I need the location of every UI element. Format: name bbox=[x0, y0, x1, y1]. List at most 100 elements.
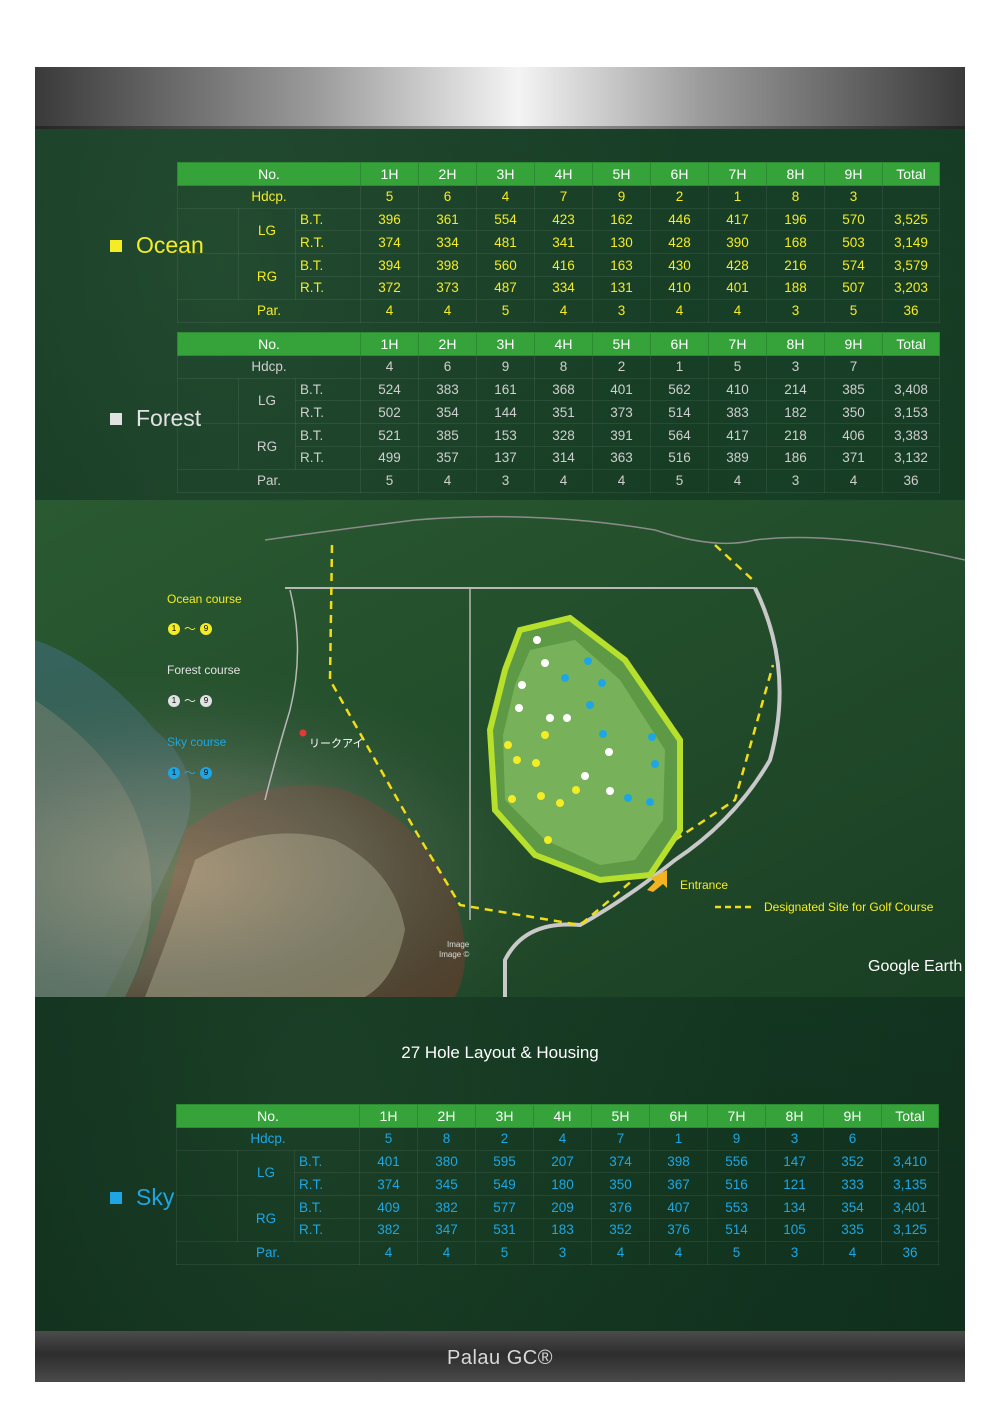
header-cell: 9H bbox=[823, 1104, 882, 1128]
yardage-cell: 367 bbox=[649, 1172, 708, 1197]
yardage-cell: 196 bbox=[766, 207, 825, 232]
forest-square-icon bbox=[110, 412, 122, 425]
yardage-cell: 417 bbox=[708, 423, 767, 447]
hdcp-cell: 9 bbox=[707, 1126, 766, 1151]
hdcp-row: Hdcp. 4 6 9 8 2 1 5 3 7 bbox=[177, 354, 940, 379]
par-cell: 5 bbox=[650, 468, 709, 493]
map-title: 27 Hole Layout & Housing bbox=[401, 1043, 599, 1062]
hdcp-cell: 2 bbox=[592, 354, 651, 379]
yardage-cell: 398 bbox=[649, 1149, 708, 1174]
yardage-cell: 531 bbox=[475, 1217, 534, 1242]
header-cell: 8H bbox=[765, 1104, 824, 1128]
lg-label: LG bbox=[237, 1149, 295, 1197]
header-cell: 5H bbox=[591, 1104, 650, 1128]
header-cell: Total bbox=[881, 1104, 939, 1128]
lg-label: LG bbox=[238, 207, 296, 255]
yardage-cell: 430 bbox=[650, 253, 709, 277]
yardage-cell: 130 bbox=[592, 230, 651, 255]
forest-hole-end-icon: 9 bbox=[200, 694, 213, 707]
par-cell: 5 bbox=[824, 298, 883, 323]
hdcp-cell: 8 bbox=[766, 184, 825, 209]
sky-row-spacer bbox=[176, 1195, 238, 1242]
forest-legend-label: Forest course bbox=[167, 663, 241, 677]
yardage-cell: 390 bbox=[708, 230, 767, 255]
yardage-cell: 409 bbox=[359, 1195, 418, 1219]
yardage-cell: 564 bbox=[650, 423, 709, 447]
hdcp-cell: 4 bbox=[360, 354, 419, 379]
bt-label: B.T. bbox=[294, 1195, 360, 1219]
yardage-cell: 347 bbox=[417, 1217, 476, 1242]
header-cell: 1H bbox=[360, 332, 419, 356]
par-cell: 4 bbox=[417, 1240, 476, 1265]
par-row: Par. 4 4 5 3 4 4 5 3 4 36 bbox=[176, 1240, 939, 1265]
yardage-cell: 121 bbox=[765, 1172, 824, 1197]
hdcp-cell: 7 bbox=[591, 1126, 650, 1151]
hdcp-cell: 7 bbox=[534, 184, 593, 209]
header-cell: 4H bbox=[534, 332, 593, 356]
rt-label: R.T. bbox=[294, 1217, 360, 1242]
yardage-cell: 214 bbox=[766, 377, 825, 402]
google-earth-watermark: Google Earth bbox=[868, 958, 963, 975]
yardage-cell: 350 bbox=[824, 400, 883, 425]
yardage-cell: 161 bbox=[476, 377, 535, 402]
par-cell: 5 bbox=[360, 468, 419, 493]
yardage-cell: 516 bbox=[707, 1172, 766, 1197]
yardage-cell: 574 bbox=[824, 253, 883, 277]
yardage-cell: 407 bbox=[649, 1195, 708, 1219]
header-cell: Total bbox=[882, 332, 940, 356]
sky-row-spacer bbox=[176, 1149, 238, 1197]
yardage-cell: 553 bbox=[707, 1195, 766, 1219]
yardage-cell: 499 bbox=[360, 445, 419, 470]
yardage-cell: 556 bbox=[707, 1149, 766, 1174]
hdcp-cell: 6 bbox=[418, 354, 477, 379]
par-cell: 4 bbox=[708, 298, 767, 323]
hdcp-cell: 3 bbox=[824, 184, 883, 209]
yardage-cell: 134 bbox=[765, 1195, 824, 1219]
par-cell: 3 bbox=[476, 468, 535, 493]
yardage-cell: 389 bbox=[708, 445, 767, 470]
header-cell: 3H bbox=[476, 162, 535, 186]
yardage-cell: 335 bbox=[823, 1217, 882, 1242]
yardage-cell: 354 bbox=[418, 400, 477, 425]
yardage-cell: 168 bbox=[766, 230, 825, 255]
bt-label: B.T. bbox=[295, 207, 361, 232]
yardage-cell: 401 bbox=[592, 377, 651, 402]
yardage-cell: 521 bbox=[360, 423, 419, 447]
rg-bt-row: RG B.T. 521 385 153 328 391 564 417 218 406 3,383 bbox=[177, 423, 940, 470]
yardage-cell: 383 bbox=[418, 377, 477, 402]
ocean-legend-range: 1 ～ 9 bbox=[168, 620, 213, 637]
header-cell: 5H bbox=[592, 332, 651, 356]
header-cell: 8H bbox=[766, 162, 825, 186]
yardage-cell: 153 bbox=[476, 423, 535, 447]
par-cell: 4 bbox=[534, 468, 593, 493]
par-cell: 4 bbox=[708, 468, 767, 493]
sky-square-icon bbox=[110, 1191, 122, 1204]
rg-bt-row: RG B.T. 394 398 560 416 163 430 428 216 574 3,579 bbox=[177, 253, 940, 300]
yardage-cell: 354 bbox=[823, 1195, 882, 1219]
yardage-cell: 3,525 bbox=[882, 207, 940, 232]
yardage-cell: 371 bbox=[824, 445, 883, 470]
hdcp-cell: 5 bbox=[708, 354, 767, 379]
yardage-cell: 147 bbox=[765, 1149, 824, 1174]
yardage-cell: 374 bbox=[591, 1149, 650, 1174]
yardage-cell: 163 bbox=[592, 253, 651, 277]
brochure-page: Ocean No. 1H 2H 3H 4H 5H 6H 7H 8H 9H Total Hdcp. 5 6 4… bbox=[35, 67, 965, 1382]
hdcp-cell: 3 bbox=[766, 354, 825, 379]
header-row: No. 1H 2H 3H 4H 5H 6H 7H 8H 9H Total bbox=[176, 1104, 939, 1128]
yardage-cell: 3,125 bbox=[881, 1217, 939, 1242]
header-cell: 3H bbox=[475, 1104, 534, 1128]
entrance-label: Entrance bbox=[680, 878, 729, 892]
bt-label: B.T. bbox=[295, 377, 361, 402]
yardage-cell: 554 bbox=[476, 207, 535, 232]
rt-label: R.T. bbox=[295, 400, 361, 425]
yardage-cell: 502 bbox=[360, 400, 419, 425]
par-label: Par. bbox=[176, 1240, 360, 1265]
header-cell: 2H bbox=[418, 332, 477, 356]
par-cell: 5 bbox=[707, 1240, 766, 1265]
bt-label: B.T. bbox=[295, 423, 361, 447]
yardage-cell: 577 bbox=[475, 1195, 534, 1219]
yardage-cell: 374 bbox=[359, 1172, 418, 1197]
par-cell: 4 bbox=[649, 1240, 708, 1265]
yardage-cell: 383 bbox=[708, 400, 767, 425]
yardage-cell: 162 bbox=[592, 207, 651, 232]
